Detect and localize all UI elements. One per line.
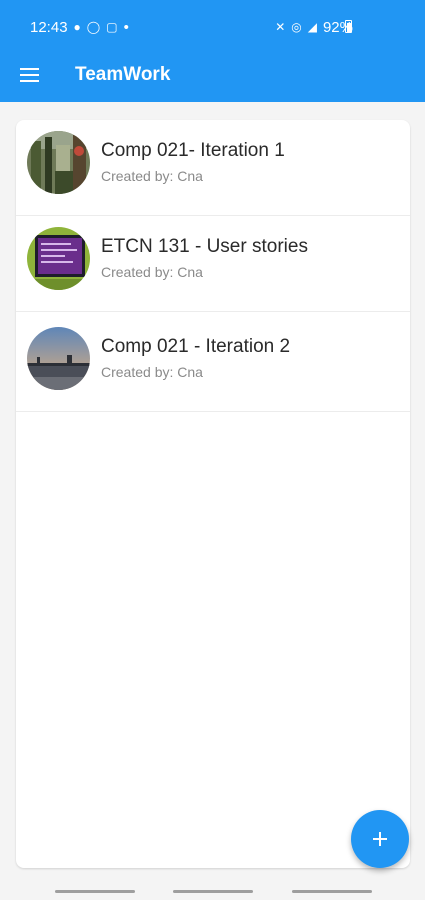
mute-icon: ✕	[275, 20, 286, 34]
project-title: Comp 021 - Iteration 2	[101, 336, 291, 357]
project-creator: Created by: Cna	[101, 168, 203, 184]
project-title: ETCN 131 - User stories	[101, 236, 308, 257]
hamburger-menu-icon[interactable]	[20, 68, 39, 82]
home-button[interactable]	[173, 890, 253, 893]
notification-dot: •	[123, 19, 129, 36]
add-project-button[interactable]	[351, 810, 409, 868]
signal-icon: ◢	[307, 20, 317, 34]
wifi-icon: ◎	[291, 20, 302, 34]
project-list-item[interactable]: Comp 021 - Iteration 2 Created by: Cna	[16, 316, 410, 412]
project-creator: Created by: Cna	[101, 264, 203, 280]
project-list: Comp 021- Iteration 1 Created by: Cna ET…	[16, 120, 410, 868]
project-creator: Created by: Cna	[101, 364, 203, 380]
app-title: TeamWork	[75, 64, 171, 85]
battery-icon	[345, 20, 352, 33]
project-thumbnail	[27, 327, 90, 390]
project-list-item[interactable]: ETCN 131 - User stories Created by: Cna	[16, 216, 410, 312]
recent-apps-button[interactable]	[55, 890, 135, 893]
instagram-icon: ▢	[106, 20, 118, 34]
project-thumbnail	[27, 227, 90, 290]
snapchat-icon: ●	[73, 20, 81, 34]
status-bar-right: ✕ ◎ ◢ 92%	[275, 19, 353, 36]
status-bar-left: 12:43 ● ◯ ▢ •	[30, 19, 129, 36]
status-bar: 12:43 ● ◯ ▢ • ✕ ◎ ◢ 92%	[0, 0, 425, 52]
system-nav-bar	[0, 880, 425, 900]
back-button[interactable]	[292, 890, 372, 893]
project-title: Comp 021- Iteration 1	[101, 140, 285, 161]
project-thumbnail	[27, 131, 90, 194]
project-list-item[interactable]: Comp 021- Iteration 1 Created by: Cna	[16, 120, 410, 216]
status-time: 12:43	[30, 19, 68, 36]
app-bar: TeamWork	[0, 52, 425, 102]
whatsapp-icon: ◯	[86, 20, 101, 34]
